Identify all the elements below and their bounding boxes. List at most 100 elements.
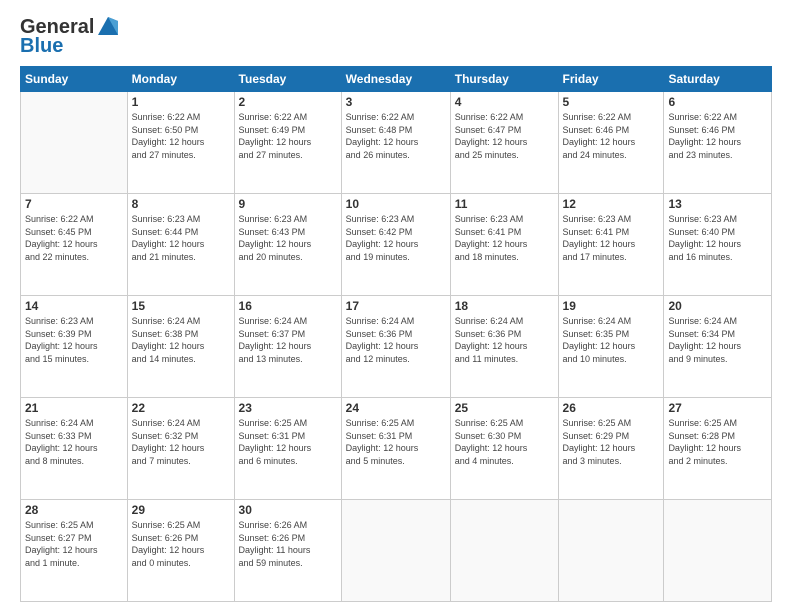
page: General Blue SundayMondayTuesdayWednesda… — [0, 0, 792, 612]
calendar-cell: 18 Sunrise: 6:24 AMSunset: 6:36 PMDayligh… — [450, 296, 558, 398]
day-number: 10 — [346, 197, 446, 211]
calendar-cell: 30 Sunrise: 6:26 AMSunset: 6:26 PMDayligh… — [234, 500, 341, 602]
day-info: Sunrise: 6:22 AMSunset: 6:47 PMDaylight:… — [455, 111, 554, 161]
day-info: Sunrise: 6:24 AMSunset: 6:34 PMDaylight:… — [668, 315, 767, 365]
calendar-cell: 6 Sunrise: 6:22 AMSunset: 6:46 PMDaylight… — [664, 92, 772, 194]
calendar-header: SundayMondayTuesdayWednesdayThursdayFrid… — [21, 67, 772, 92]
day-number: 18 — [455, 299, 554, 313]
day-info: Sunrise: 6:25 AMSunset: 6:28 PMDaylight:… — [668, 417, 767, 467]
day-info: Sunrise: 6:24 AMSunset: 6:35 PMDaylight:… — [563, 315, 660, 365]
calendar-cell: 10 Sunrise: 6:23 AMSunset: 6:42 PMDayligh… — [341, 194, 450, 296]
day-info: Sunrise: 6:24 AMSunset: 6:33 PMDaylight:… — [25, 417, 123, 467]
day-number: 2 — [239, 95, 337, 109]
day-info: Sunrise: 6:25 AMSunset: 6:30 PMDaylight:… — [455, 417, 554, 467]
day-number: 15 — [132, 299, 230, 313]
weekday-header: Monday — [127, 67, 234, 92]
day-info: Sunrise: 6:22 AMSunset: 6:46 PMDaylight:… — [668, 111, 767, 161]
day-info: Sunrise: 6:23 AMSunset: 6:39 PMDaylight:… — [25, 315, 123, 365]
calendar-cell: 5 Sunrise: 6:22 AMSunset: 6:46 PMDaylight… — [558, 92, 664, 194]
calendar-cell: 3Sunrise: 6:22 AMSunset: 6:48 PMDaylight… — [341, 92, 450, 194]
calendar-week: 28 Sunrise: 6:25 AMSunset: 6:27 PMDayligh… — [21, 500, 772, 602]
calendar-cell: 21 Sunrise: 6:24 AMSunset: 6:33 PMDayligh… — [21, 398, 128, 500]
day-info: Sunrise: 6:25 AMSunset: 6:27 PMDaylight:… — [25, 519, 123, 569]
weekday-header: Tuesday — [234, 67, 341, 92]
day-info: Sunrise: 6:24 AMSunset: 6:36 PMDaylight:… — [346, 315, 446, 365]
day-number: 6 — [668, 95, 767, 109]
day-number: 4 — [455, 95, 554, 109]
calendar-cell: 15 Sunrise: 6:24 AMSunset: 6:38 PMDayligh… — [127, 296, 234, 398]
calendar-cell: 29Sunrise: 6:25 AMSunset: 6:26 PMDayligh… — [127, 500, 234, 602]
weekday-row: SundayMondayTuesdayWednesdayThursdayFrid… — [21, 67, 772, 92]
calendar-week: 14 Sunrise: 6:23 AMSunset: 6:39 PMDayligh… — [21, 296, 772, 398]
calendar-cell: 4 Sunrise: 6:22 AMSunset: 6:47 PMDaylight… — [450, 92, 558, 194]
calendar-cell: 13 Sunrise: 6:23 AMSunset: 6:40 PMDayligh… — [664, 194, 772, 296]
calendar-cell: 20 Sunrise: 6:24 AMSunset: 6:34 PMDayligh… — [664, 296, 772, 398]
day-info: Sunrise: 6:23 AMSunset: 6:42 PMDaylight:… — [346, 213, 446, 263]
calendar-cell: 27 Sunrise: 6:25 AMSunset: 6:28 PMDayligh… — [664, 398, 772, 500]
day-number: 20 — [668, 299, 767, 313]
day-info: Sunrise: 6:25 AMSunset: 6:29 PMDaylight:… — [563, 417, 660, 467]
calendar-cell: 7Sunrise: 6:22 AMSunset: 6:45 PMDaylight… — [21, 194, 128, 296]
day-number: 28 — [25, 503, 123, 517]
day-info: Sunrise: 6:22 AMSunset: 6:49 PMDaylight:… — [239, 111, 337, 161]
calendar-cell: 22 Sunrise: 6:24 AMSunset: 6:32 PMDayligh… — [127, 398, 234, 500]
day-number: 11 — [455, 197, 554, 211]
calendar-week: 21 Sunrise: 6:24 AMSunset: 6:33 PMDayligh… — [21, 398, 772, 500]
calendar-cell: 16Sunrise: 6:24 AMSunset: 6:37 PMDayligh… — [234, 296, 341, 398]
day-number: 26 — [563, 401, 660, 415]
day-number: 17 — [346, 299, 446, 313]
calendar-cell: 26 Sunrise: 6:25 AMSunset: 6:29 PMDayligh… — [558, 398, 664, 500]
calendar-cell — [664, 500, 772, 602]
day-number: 21 — [25, 401, 123, 415]
calendar-cell: 8Sunrise: 6:23 AMSunset: 6:44 PMDaylight… — [127, 194, 234, 296]
calendar-cell: 1Sunrise: 6:22 AMSunset: 6:50 PMDaylight… — [127, 92, 234, 194]
day-number: 30 — [239, 503, 337, 517]
day-info: Sunrise: 6:24 AMSunset: 6:32 PMDaylight:… — [132, 417, 230, 467]
day-number: 7 — [25, 197, 123, 211]
day-number: 16 — [239, 299, 337, 313]
calendar-cell — [450, 500, 558, 602]
calendar-week: 1Sunrise: 6:22 AMSunset: 6:50 PMDaylight… — [21, 92, 772, 194]
day-number: 23 — [239, 401, 337, 415]
weekday-header: Thursday — [450, 67, 558, 92]
day-info: Sunrise: 6:24 AMSunset: 6:36 PMDaylight:… — [455, 315, 554, 365]
day-info: Sunrise: 6:25 AMSunset: 6:31 PMDaylight:… — [346, 417, 446, 467]
calendar-cell: 28 Sunrise: 6:25 AMSunset: 6:27 PMDayligh… — [21, 500, 128, 602]
day-info: Sunrise: 6:25 AMSunset: 6:26 PMDaylight:… — [132, 519, 230, 569]
day-number: 13 — [668, 197, 767, 211]
day-info: Sunrise: 6:23 AMSunset: 6:44 PMDaylight:… — [132, 213, 230, 263]
calendar-cell: 14 Sunrise: 6:23 AMSunset: 6:39 PMDayligh… — [21, 296, 128, 398]
day-info: Sunrise: 6:25 AMSunset: 6:31 PMDaylight:… — [239, 417, 337, 467]
calendar-cell — [558, 500, 664, 602]
weekday-header: Sunday — [21, 67, 128, 92]
calendar-cell: 12Sunrise: 6:23 AMSunset: 6:41 PMDayligh… — [558, 194, 664, 296]
day-info: Sunrise: 6:22 AMSunset: 6:46 PMDaylight:… — [563, 111, 660, 161]
logo-triangle-icon — [96, 15, 120, 39]
day-info: Sunrise: 6:22 AMSunset: 6:50 PMDaylight:… — [132, 111, 230, 161]
calendar-cell: 19 Sunrise: 6:24 AMSunset: 6:35 PMDayligh… — [558, 296, 664, 398]
day-number: 22 — [132, 401, 230, 415]
calendar: SundayMondayTuesdayWednesdayThursdayFrid… — [20, 66, 772, 602]
calendar-week: 7Sunrise: 6:22 AMSunset: 6:45 PMDaylight… — [21, 194, 772, 296]
day-info: Sunrise: 6:24 AMSunset: 6:38 PMDaylight:… — [132, 315, 230, 365]
calendar-cell: 24 Sunrise: 6:25 AMSunset: 6:31 PMDayligh… — [341, 398, 450, 500]
day-number: 24 — [346, 401, 446, 415]
weekday-header: Friday — [558, 67, 664, 92]
day-number: 27 — [668, 401, 767, 415]
day-info: Sunrise: 6:23 AMSunset: 6:41 PMDaylight:… — [455, 213, 554, 263]
day-number: 9 — [239, 197, 337, 211]
day-number: 19 — [563, 299, 660, 313]
logo-blue: Blue — [20, 35, 63, 58]
calendar-cell: 11 Sunrise: 6:23 AMSunset: 6:41 PMDayligh… — [450, 194, 558, 296]
day-number: 5 — [563, 95, 660, 109]
day-info: Sunrise: 6:23 AMSunset: 6:41 PMDaylight:… — [563, 213, 660, 263]
day-number: 14 — [25, 299, 123, 313]
calendar-cell: 25Sunrise: 6:25 AMSunset: 6:30 PMDayligh… — [450, 398, 558, 500]
calendar-cell — [341, 500, 450, 602]
day-info: Sunrise: 6:23 AMSunset: 6:40 PMDaylight:… — [668, 213, 767, 263]
calendar-cell — [21, 92, 128, 194]
calendar-body: 1Sunrise: 6:22 AMSunset: 6:50 PMDaylight… — [21, 92, 772, 602]
day-info: Sunrise: 6:23 AMSunset: 6:43 PMDaylight:… — [239, 213, 337, 263]
calendar-cell: 2 Sunrise: 6:22 AMSunset: 6:49 PMDaylight… — [234, 92, 341, 194]
day-info: Sunrise: 6:26 AMSunset: 6:26 PMDaylight:… — [239, 519, 337, 569]
